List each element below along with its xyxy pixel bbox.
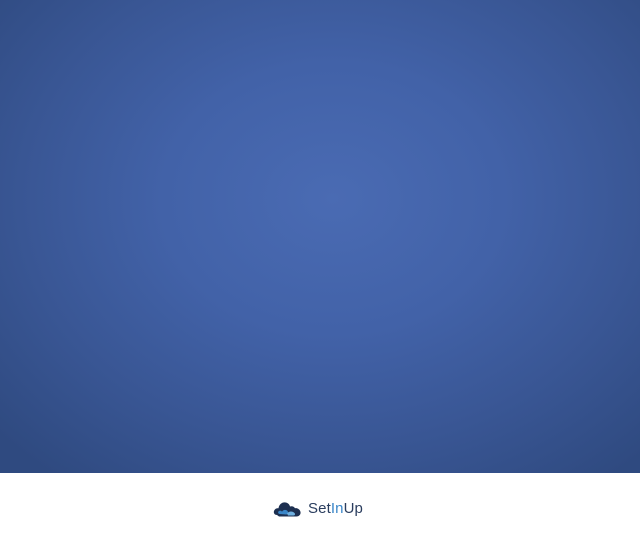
brand-logo: SetInUp xyxy=(273,496,363,520)
brand-name-part-set: Set xyxy=(308,499,331,517)
brand-name: SetInUp xyxy=(308,500,363,517)
brand-name-part-up: Up xyxy=(343,499,363,517)
footer-bar: SetInUp xyxy=(0,473,640,537)
splash-background xyxy=(0,0,640,473)
cloud-logo-icon xyxy=(273,502,301,517)
brand-name-part-in: In xyxy=(330,499,344,517)
